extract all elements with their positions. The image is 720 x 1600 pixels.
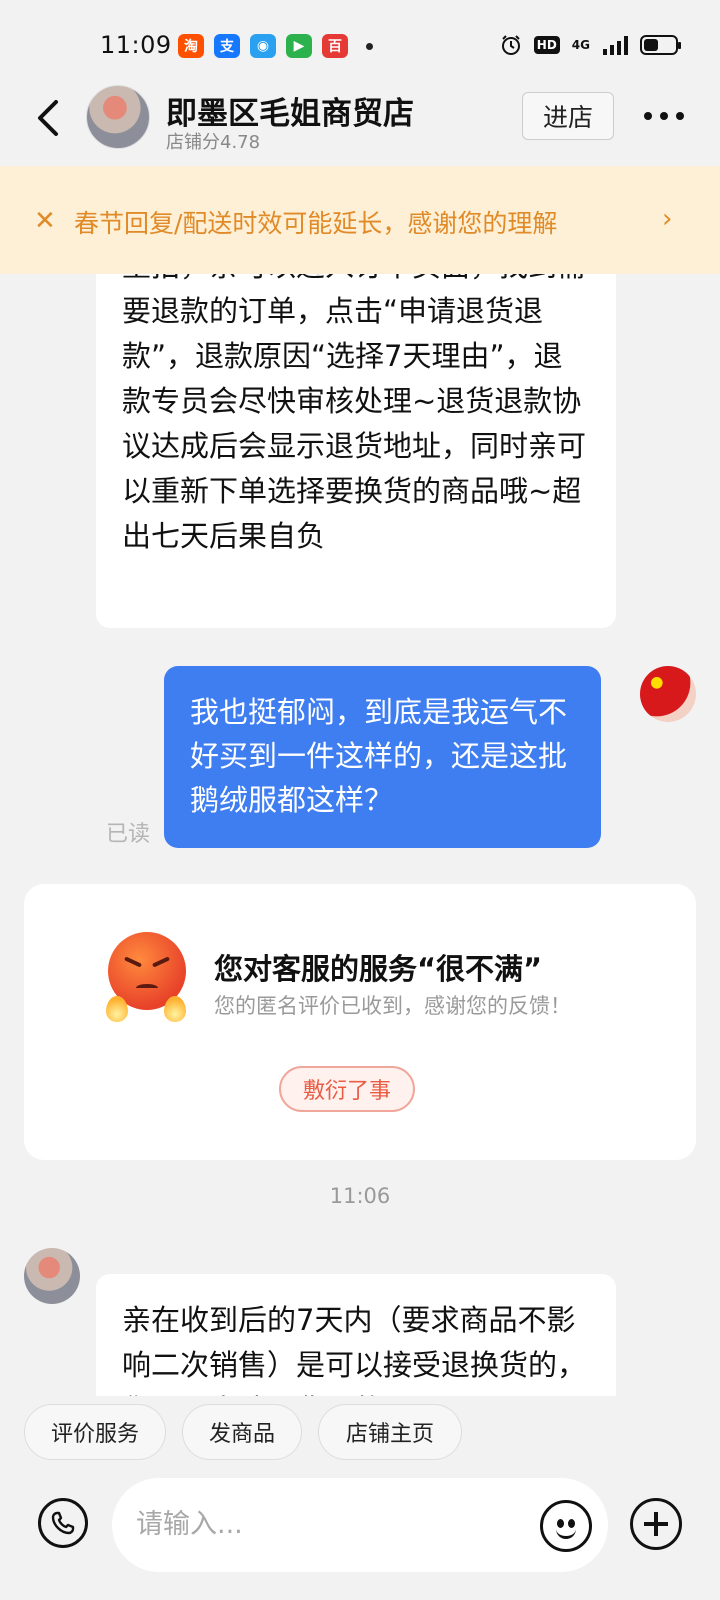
shop-message-bubble[interactable]: 亲在收到后的7天内（要求商品不影响二次销售）是可以接受退换货的，您可以申请退货退… (96, 1274, 616, 1396)
service-evaluation-card: 您对客服的服务“很不满” 您的匿名评价已收到，感谢您的反馈！ 敷衍了事 (24, 884, 696, 1160)
voice-input-button[interactable] (38, 1498, 88, 1548)
more-options-icon[interactable] (644, 112, 684, 120)
emoji-icon[interactable] (540, 1500, 592, 1552)
shop-score: 店铺分4.78 (166, 132, 261, 153)
enter-shop-button[interactable]: 进店 (522, 92, 614, 140)
read-status: 已读 (106, 822, 151, 847)
taobao-app-icon: 淘 (178, 34, 204, 58)
notice-text: 春节回复/配送时效可能延长，感谢您的理解 (74, 209, 558, 238)
shop-avatar-small[interactable] (24, 1248, 80, 1304)
quick-actions-bar: 评价服务 发商品 店铺主页 (0, 1396, 720, 1468)
flame-icon (164, 996, 186, 1022)
evaluation-title: 您对客服的服务“很不满” (214, 952, 543, 986)
rate-service-chip[interactable]: 评价服务 (24, 1404, 166, 1460)
message-input[interactable] (136, 1504, 496, 1544)
battery-icon (640, 35, 681, 55)
signal-icon (603, 36, 628, 55)
chat-header: 即墨区毛姐商贸店 店铺分4.78 进店 (0, 85, 720, 168)
status-indicators: HD 4G (500, 34, 681, 56)
hd-badge: HD (533, 36, 560, 54)
message-timestamp: 11:06 (329, 1184, 391, 1208)
chat-messages[interactable]: 重拍，亲可以进入订单页面，找到需要退款的订单，点击“申请退货退款”，退款原因“选… (0, 274, 720, 1396)
back-arrow-icon[interactable] (30, 96, 66, 140)
status-time: 11:09 (100, 31, 172, 59)
shop-message-bubble[interactable]: 重拍，亲可以进入订单页面，找到需要退款的订单，点击“申请退货退款”，退款原因“选… (96, 274, 616, 628)
evaluation-subtitle: 您的匿名评价已收到，感谢您的反馈！ (214, 994, 571, 1018)
notice-banner[interactable]: ✕ 春节回复/配送时效可能延长，感谢您的理解 › (0, 166, 720, 274)
shop-homepage-chip[interactable]: 店铺主页 (318, 1404, 462, 1460)
message-input-bar (0, 1468, 720, 1600)
circle-app-icon: ◉ (250, 34, 276, 58)
message-input-container[interactable] (112, 1478, 608, 1572)
status-app-icons: 淘 支 ◉ ▶ 百 (178, 34, 373, 58)
user-message-bubble[interactable]: 我也挺郁闷，到底是我运气不好买到一件这样的，还是这批鹅绒服都这样？ (164, 666, 601, 848)
add-attachment-icon[interactable] (630, 1498, 682, 1550)
network-type: 4G (571, 38, 590, 52)
notification-dot-icon (366, 42, 373, 50)
alipay-app-icon: 支 (214, 34, 240, 58)
evaluation-tag: 敷衍了事 (279, 1066, 415, 1112)
close-icon[interactable]: ✕ (34, 206, 56, 236)
phone-icon (51, 1511, 75, 1535)
status-bar: 11:09 淘 支 ◉ ▶ 百 HD 4G (0, 0, 720, 92)
chevron-right-icon[interactable]: › (662, 204, 672, 234)
baiyi-app-icon: 百 (322, 34, 348, 58)
shop-name[interactable]: 即墨区毛姐商贸店 (166, 88, 414, 133)
send-product-chip[interactable]: 发商品 (182, 1404, 302, 1460)
shop-avatar[interactable] (86, 85, 150, 149)
user-avatar[interactable] (640, 666, 696, 722)
flame-icon (106, 996, 128, 1022)
video-app-icon: ▶ (286, 34, 312, 58)
alarm-icon (501, 35, 520, 55)
